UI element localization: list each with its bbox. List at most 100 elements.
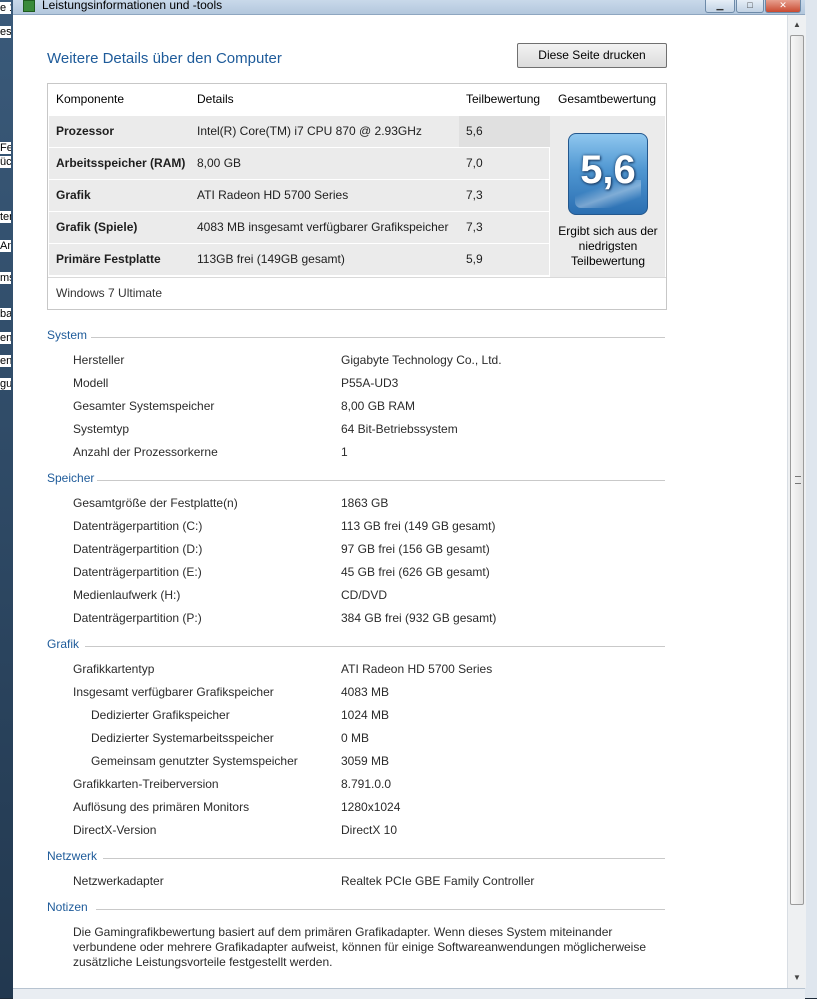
info-value: 113 GB frei (149 GB gesamt): [341, 519, 496, 533]
info-value: Realtek PCIe GBE Family Controller: [341, 874, 535, 888]
maximize-button[interactable]: □: [736, 0, 764, 13]
divider: [48, 277, 666, 278]
info-label: Dedizierter Systemarbeitsspeicher: [91, 731, 274, 745]
base-score-note: Ergibt sich aus der niedrigsten Teilbewe…: [558, 224, 658, 268]
info-label: Dedizierter Grafikspeicher: [91, 708, 230, 722]
info-label: Datenträgerpartition (C:): [73, 519, 203, 533]
info-label: Insgesamt verfügbarer Grafikspeicher: [73, 685, 274, 699]
component-subscore: 5,9: [466, 252, 483, 266]
info-label: Datenträgerpartition (D:): [73, 542, 203, 556]
info-label: Netzwerkadapter: [73, 874, 164, 888]
info-value: 1863 GB: [341, 496, 389, 510]
base-score-value: 5,6: [580, 148, 636, 192]
info-value: ATI Radeon HD 5700 Series: [341, 662, 493, 676]
info-value: Gigabyte Technology Co., Ltd.: [341, 353, 502, 367]
background-text: bas: [0, 308, 11, 320]
window-bottom-edge: [13, 988, 805, 999]
background-window-edge-right: [805, 0, 817, 998]
component-subscore: 7,3: [466, 188, 483, 202]
info-value: 384 GB frei (932 GB gesamt): [341, 611, 497, 625]
background-text: Fe: [0, 142, 11, 154]
background-text: gu: [0, 378, 11, 390]
close-button[interactable]: ✕: [765, 0, 801, 13]
print-page-button[interactable]: Diese Seite drucken: [517, 43, 667, 68]
info-value: P55A-UD3: [341, 376, 399, 390]
page-title: Weitere Details über den Computer: [47, 50, 282, 67]
component-subscore: 7,0: [466, 156, 483, 170]
info-label: Gemeinsam genutzter Systemspeicher: [91, 754, 298, 768]
header-subscore: Teilbewertung: [466, 92, 541, 106]
background-text: e 1: [0, 2, 11, 14]
info-value: DirectX 10: [341, 823, 398, 837]
component-name: Arbeitsspeicher (RAM): [56, 156, 186, 170]
info-label: Datenträgerpartition (E:): [73, 565, 202, 579]
info-value: CD/DVD: [341, 588, 388, 602]
info-value: 45 GB frei (626 GB gesamt): [341, 565, 490, 579]
component-details: 4083 MB insgesamt verfügbarer Grafikspei…: [197, 220, 449, 234]
info-value: 1: [341, 445, 348, 459]
header-basescore: Gesamtbewertung: [558, 92, 657, 106]
section-title-notes: Notizen: [47, 900, 88, 914]
info-label: Datenträgerpartition (P:): [73, 611, 202, 625]
info-value: 8.791.0.0: [341, 777, 392, 791]
section-divider: [96, 909, 665, 910]
background-text: ter: [0, 211, 11, 223]
background-text: ese: [0, 26, 11, 38]
component-details: 113GB frei (149GB gesamt): [197, 252, 345, 266]
section-title-storage: Speicher: [47, 471, 95, 485]
info-value: 3059 MB: [341, 754, 390, 768]
background-text: üc: [0, 156, 11, 168]
info-label: Anzahl der Prozessorkerne: [73, 445, 218, 459]
background-text: An: [0, 240, 11, 252]
table-row: Primäre Festplatte 113GB frei (149GB ges…: [49, 244, 549, 275]
info-value: 97 GB frei (156 GB gesamt): [341, 542, 490, 556]
component-name: Prozessor: [56, 124, 115, 138]
component-name: Primäre Festplatte: [56, 252, 161, 266]
info-label: Systemtyp: [73, 422, 130, 436]
info-value: 1280x1024: [341, 800, 401, 814]
base-score-panel: 5,6 Ergibt sich aus der niedrigsten Teil…: [550, 116, 665, 277]
vertical-scrollbar[interactable]: ▲ ▼: [787, 15, 806, 988]
info-label: Modell: [73, 376, 109, 390]
windows-score-badge-icon: 5,6: [568, 133, 648, 215]
component-name: Grafik (Spiele): [56, 220, 138, 234]
info-label: Hersteller: [73, 353, 125, 367]
scrollbar-thumb[interactable]: [790, 35, 804, 905]
table-row: Grafik (Spiele) 4083 MB insgesamt verfüg…: [49, 212, 549, 243]
minimize-button[interactable]: ▁: [705, 0, 735, 13]
header-details: Details: [197, 92, 234, 106]
info-value: 1024 MB: [341, 708, 390, 722]
info-label: Grafikkartentyp: [73, 662, 155, 676]
info-label: Medienlaufwerk (H:): [73, 588, 181, 602]
os-edition: Windows 7 Ultimate: [56, 286, 163, 300]
section-divider: [97, 480, 665, 481]
scroll-up-arrow-icon[interactable]: ▲: [788, 17, 806, 33]
scroll-down-arrow-icon[interactable]: ▼: [788, 970, 806, 986]
app-icon: [23, 0, 35, 12]
component-name: Grafik: [56, 188, 91, 202]
details-page: Weitere Details über den Computer Diese …: [13, 15, 787, 998]
component-details: Intel(R) Core(TM) i7 CPU 870 @ 2.93GHz: [197, 124, 422, 138]
header-component: Komponente: [56, 92, 125, 106]
info-label: Grafikkarten-Treiberversion: [73, 777, 219, 791]
background-text: ms: [0, 272, 11, 284]
info-value: 4083 MB: [341, 685, 390, 699]
table-row: Arbeitsspeicher (RAM) 8,00 GB 7,0: [49, 148, 549, 179]
section-divider: [103, 858, 665, 859]
info-label: Gesamter Systemspeicher: [73, 399, 215, 413]
background-text: en: [0, 355, 11, 367]
performance-table: Komponente Details Teilbewertung Gesamtb…: [47, 83, 667, 310]
component-subscore: 5,6: [466, 124, 483, 138]
info-value: 64 Bit-Betriebssystem: [341, 422, 458, 436]
section-divider: [91, 337, 665, 338]
section-divider: [85, 646, 665, 647]
title-bar[interactable]: Leistungsinformationen und -tools ▁ □ ✕: [13, 0, 805, 15]
component-details: 8,00 GB: [197, 156, 242, 170]
info-value: 0 MB: [341, 731, 370, 745]
window-title: Leistungsinformationen und -tools: [42, 0, 223, 12]
section-title-graphics: Grafik: [47, 637, 80, 651]
table-row: Prozessor Intel(R) Core(TM) i7 CPU 870 @…: [49, 116, 551, 147]
info-label: Gesamtgröße der Festplatte(n): [73, 496, 238, 510]
section-title-network: Netzwerk: [47, 849, 98, 863]
info-label: Auflösung des primären Monitors: [73, 800, 250, 814]
